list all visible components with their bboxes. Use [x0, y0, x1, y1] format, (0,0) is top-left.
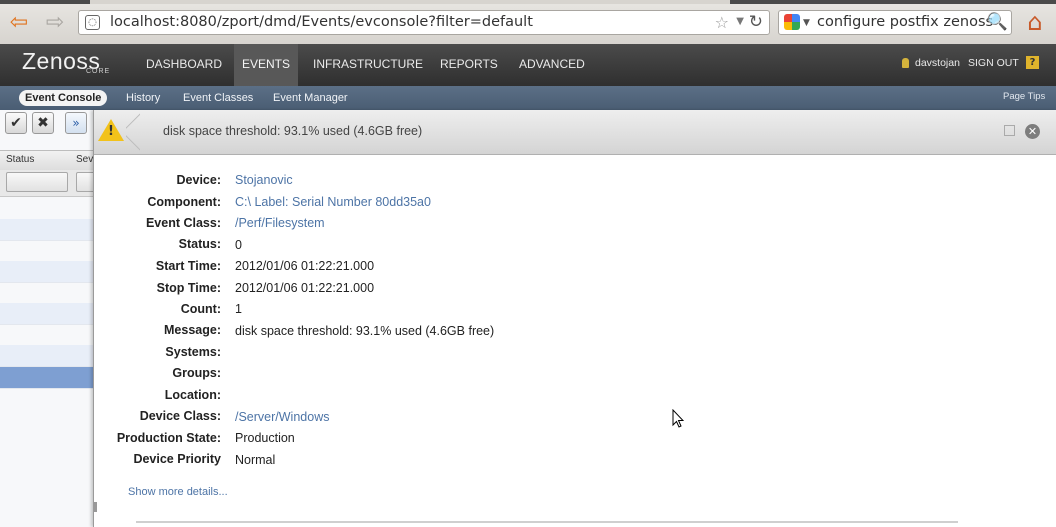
- help-icon[interactable]: ?: [1026, 56, 1039, 69]
- nav-infrastructure[interactable]: INFRASTRUCTURE: [305, 44, 431, 86]
- subnav-history[interactable]: History: [126, 90, 160, 106]
- acknowledge-icon[interactable]: ✔: [5, 112, 27, 134]
- component-label: Component:: [147, 195, 221, 209]
- production-state-value: Production: [235, 431, 295, 445]
- event-grid: ✔ ✖ » Status Sev: [0, 110, 96, 527]
- table-row-selected[interactable]: [0, 367, 94, 389]
- mouse-cursor-icon: [672, 409, 684, 428]
- location-label: Location:: [164, 388, 221, 402]
- column-status[interactable]: Status: [6, 154, 34, 165]
- device-priority-label: Device Priority: [133, 452, 221, 466]
- browser-toolbar: ⇦ ⇨ ◌ localhost:8080/zport/dmd/Events/ev…: [0, 0, 1056, 45]
- subnav-event-classes[interactable]: Event Classes: [183, 90, 253, 106]
- table-row[interactable]: [0, 282, 94, 304]
- popout-icon[interactable]: [1004, 125, 1015, 136]
- tab-strip: [0, 0, 1056, 4]
- event-summary: disk space threshold: 93.1% used (4.6GB …: [163, 124, 423, 138]
- search-input[interactable]: configure postfix zenoss: [817, 14, 993, 30]
- sign-out-link[interactable]: SIGN OUT: [968, 57, 1019, 69]
- subnav-event-console[interactable]: Event Console: [19, 90, 108, 106]
- reload-icon[interactable]: ↻: [749, 12, 763, 32]
- search-bar[interactable]: ▼ configure postfix zenoss 🔍: [778, 10, 1012, 35]
- status-label: Status:: [178, 237, 221, 251]
- show-more-details-link[interactable]: Show more details...: [128, 486, 228, 498]
- table-row[interactable]: [0, 240, 94, 262]
- user-icon: [902, 58, 909, 68]
- back-arrow-icon[interactable]: ⇦: [6, 11, 32, 35]
- table-row[interactable]: [0, 198, 94, 220]
- production-state-label: Production State:: [116, 431, 221, 445]
- google-engine-icon[interactable]: [784, 14, 800, 30]
- zenoss-logo-sub: CORE: [86, 68, 111, 75]
- systems-label: Systems:: [165, 345, 221, 359]
- device-class-link[interactable]: /Server/Windows: [235, 410, 329, 424]
- nav-reports[interactable]: REPORTS: [432, 44, 506, 86]
- message-value: disk space threshold: 93.1% used (4.6GB …: [235, 324, 495, 338]
- user-name[interactable]: davstojan: [915, 57, 960, 69]
- nav-dashboard[interactable]: DASHBOARD: [138, 44, 230, 86]
- table-row[interactable]: [0, 219, 94, 241]
- close-icon[interactable]: ✕: [1025, 124, 1040, 139]
- app-header: Zenoss CORE DASHBOARD EVENTS INFRASTRUCT…: [0, 44, 1056, 86]
- message-label: Message:: [164, 323, 221, 337]
- table-row[interactable]: [0, 261, 94, 283]
- chevron-right-icon: [126, 110, 140, 154]
- start-time-value: 2012/01/06 01:22:21.000: [235, 259, 375, 273]
- groups-label: Groups:: [172, 366, 221, 380]
- active-tab[interactable]: [90, 0, 730, 4]
- sub-navigation: Event Console History Event Classes Even…: [0, 86, 1056, 110]
- event-class-link[interactable]: /Perf/Filesystem: [235, 216, 325, 230]
- nav-advanced[interactable]: ADVANCED: [511, 44, 593, 86]
- close-event-icon[interactable]: ✖: [32, 112, 54, 134]
- column-severity[interactable]: Sev: [76, 154, 93, 165]
- home-icon[interactable]: ⌂: [1022, 9, 1048, 35]
- device-link[interactable]: Stojanovic: [235, 173, 293, 187]
- divider: [136, 521, 958, 523]
- stop-time-value: 2012/01/06 01:22:21.000: [235, 281, 375, 295]
- page-favicon-icon: ◌: [85, 15, 100, 30]
- table-row[interactable]: [0, 303, 94, 325]
- more-actions-icon[interactable]: »: [65, 112, 87, 134]
- page-tips-link[interactable]: Page Tips: [1003, 91, 1045, 102]
- count-value: 1: [235, 302, 242, 316]
- status-filter[interactable]: [6, 172, 68, 192]
- forward-arrow-icon[interactable]: ⇨: [42, 11, 68, 35]
- table-row[interactable]: [0, 324, 94, 346]
- grid-filter-row: [0, 170, 96, 197]
- subnav-event-manager[interactable]: Event Manager: [273, 90, 348, 106]
- table-row[interactable]: [0, 345, 94, 367]
- panel-splitter-handle[interactable]: [94, 502, 97, 512]
- bookmark-star-icon[interactable]: ☆: [715, 13, 729, 32]
- event-class-label: Event Class:: [145, 216, 221, 230]
- grid-header: Status Sev: [0, 150, 94, 172]
- device-priority-value: Normal: [235, 453, 276, 467]
- status-value: 0: [235, 238, 242, 252]
- start-time-label: Start Time:: [155, 259, 221, 273]
- event-detail-header: ! disk space threshold: 93.1% used (4.6G…: [94, 110, 1056, 155]
- url-history-dropdown-icon[interactable]: ▼: [736, 16, 744, 27]
- count-label: Count:: [180, 302, 221, 316]
- device-class-label: Device Class:: [139, 409, 221, 423]
- component-link[interactable]: C:\ Label: Serial Number 80dd35a0: [235, 195, 431, 209]
- nav-events[interactable]: EVENTS: [234, 44, 299, 86]
- address-bar-url[interactable]: localhost:8080/zport/dmd/Events/evconsol…: [110, 14, 533, 30]
- warning-mark: !: [108, 124, 114, 139]
- address-bar[interactable]: ◌ localhost:8080/zport/dmd/Events/evcons…: [78, 10, 770, 35]
- stop-time-label: Stop Time:: [156, 281, 221, 295]
- search-icon[interactable]: 🔍: [987, 12, 1008, 32]
- device-label: Device:: [176, 173, 221, 187]
- event-detail-panel: ! disk space threshold: 93.1% used (4.6G…: [93, 110, 1056, 527]
- engine-dropdown-icon[interactable]: ▼: [803, 18, 810, 28]
